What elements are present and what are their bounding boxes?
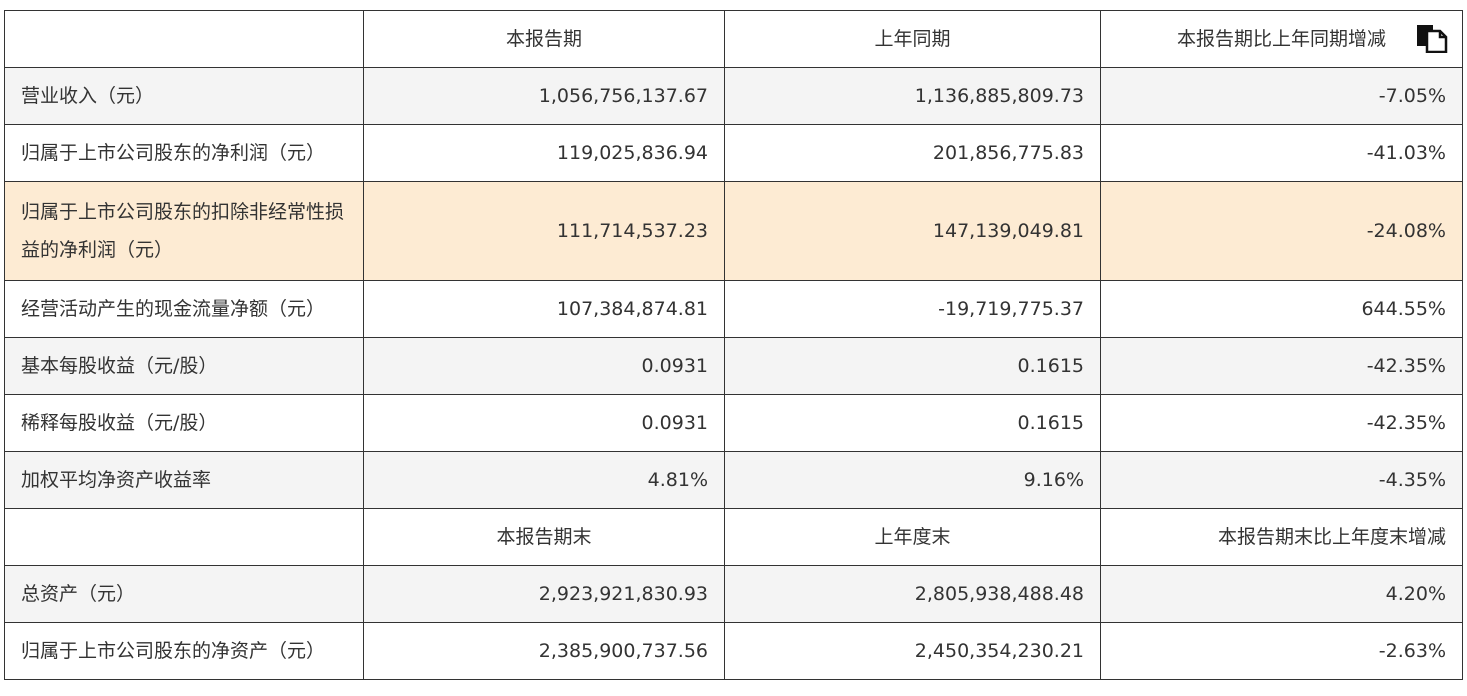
row-label: 基本每股收益（元/股）	[4, 337, 364, 395]
row-prior-value: 0.1615	[724, 337, 1101, 395]
row-label: 总资产（元）	[4, 565, 364, 623]
row-change-value: -4.35%	[1100, 451, 1463, 509]
row-label: 归属于上市公司股东的净利润（元）	[4, 124, 364, 182]
row-prior-value: 2,450,354,230.21	[724, 622, 1101, 680]
row-current-value: 111,714,537.23	[363, 181, 725, 281]
financial-summary-table: 本报告期 上年同期 本报告期比上年同期增减 营业收入（元） 1,056,756,	[4, 10, 1463, 680]
table-row-highlighted: 归属于上市公司股东的扣除非经常性损益的净利润（元） 111,714,537.23…	[4, 181, 1463, 281]
row-prior-value: 1,136,885,809.73	[724, 67, 1101, 125]
table-row: 稀释每股收益（元/股） 0.0931 0.1615 -42.35%	[4, 394, 1463, 452]
row-change-value: -2.63%	[1100, 622, 1463, 680]
row-prior-value: 0.1615	[724, 394, 1101, 452]
row-prior-value: 2,805,938,488.48	[724, 565, 1101, 623]
table-row: 加权平均净资产收益率 4.81% 9.16% -4.35%	[4, 451, 1463, 509]
row-change-value: -41.03%	[1100, 124, 1463, 182]
table-row: 基本每股收益（元/股） 0.0931 0.1615 -42.35%	[4, 337, 1463, 395]
row-change-value: -24.08%	[1100, 181, 1463, 281]
row-prior-value: 201,856,775.83	[724, 124, 1101, 182]
row-prior-value: 9.16%	[724, 451, 1101, 509]
row-label: 稀释每股收益（元/股）	[4, 394, 364, 452]
header-change-label: 本报告期比上年同期增减	[1176, 28, 1386, 50]
row-label: 归属于上市公司股东的净资产（元）	[4, 622, 364, 680]
table-row: 归属于上市公司股东的净利润（元） 119,025,836.94 201,856,…	[4, 124, 1463, 182]
table-header-row: 本报告期 上年同期 本报告期比上年同期增减	[4, 10, 1463, 68]
row-current-value: 1,056,756,137.67	[363, 67, 725, 125]
row-current-value: 0.0931	[363, 337, 725, 395]
header-current-period: 本报告期	[363, 10, 725, 68]
header-change: 本报告期比上年同期增减	[1100, 10, 1463, 68]
row-current-value: 119,025,836.94	[363, 124, 725, 182]
row-current-value: 2,385,900,737.56	[363, 622, 725, 680]
copy-icon[interactable]	[1414, 23, 1448, 54]
row-label: 加权平均净资产收益率	[4, 451, 364, 509]
row-label: 经营活动产生的现金流量净额（元）	[4, 280, 364, 338]
table-subheader-row: 本报告期末 上年度末 本报告期末比上年度末增减	[4, 508, 1463, 566]
financial-table-container: 本报告期 上年同期 本报告期比上年同期增减 营业收入（元） 1,056,756,	[4, 10, 1463, 680]
row-label: 归属于上市公司股东的扣除非经常性损益的净利润（元）	[4, 181, 364, 281]
table-row: 经营活动产生的现金流量净额（元） 107,384,874.81 -19,719,…	[4, 280, 1463, 338]
subheader-prior-year-end: 上年度末	[724, 508, 1101, 566]
row-change-value: 644.55%	[1100, 280, 1463, 338]
subheader-empty-cell	[4, 508, 364, 566]
table-row: 总资产（元） 2,923,921,830.93 2,805,938,488.48…	[4, 565, 1463, 623]
row-label: 营业收入（元）	[4, 67, 364, 125]
row-current-value: 2,923,921,830.93	[363, 565, 725, 623]
row-current-value: 0.0931	[363, 394, 725, 452]
row-prior-value: 147,139,049.81	[724, 181, 1101, 281]
header-prior-period: 上年同期	[724, 10, 1101, 68]
row-change-value: -42.35%	[1100, 394, 1463, 452]
row-current-value: 4.81%	[363, 451, 725, 509]
table-row: 归属于上市公司股东的净资产（元） 2,385,900,737.56 2,450,…	[4, 622, 1463, 680]
row-current-value: 107,384,874.81	[363, 280, 725, 338]
row-change-value: -7.05%	[1100, 67, 1463, 125]
subheader-change: 本报告期末比上年度末增减	[1100, 508, 1463, 566]
subheader-period-end: 本报告期末	[363, 508, 725, 566]
header-empty-cell	[4, 10, 364, 68]
row-change-value: -42.35%	[1100, 337, 1463, 395]
row-change-value: 4.20%	[1100, 565, 1463, 623]
row-prior-value: -19,719,775.37	[724, 280, 1101, 338]
table-row: 营业收入（元） 1,056,756,137.67 1,136,885,809.7…	[4, 67, 1463, 125]
